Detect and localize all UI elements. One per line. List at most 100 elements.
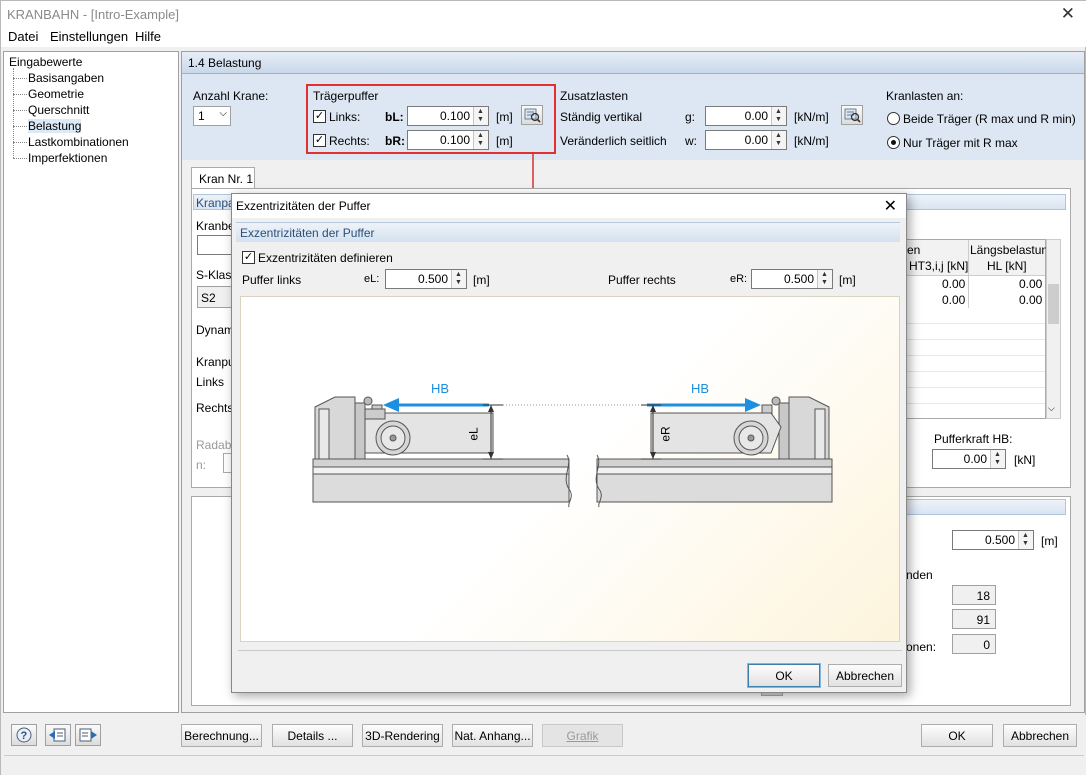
buffer-details-button[interactable] — [521, 105, 543, 125]
cranes-label: Anzahl Krane: — [193, 89, 269, 103]
spin-arrows[interactable]: ▲ ▼ — [817, 270, 832, 288]
g-input[interactable]: 0.00 ▲ ▼ — [705, 106, 787, 126]
links-bg-label: Links — [196, 375, 225, 389]
pufferkraft-unit: [kN] — [1014, 453, 1036, 467]
status-bar — [4, 755, 1084, 773]
nden-label: nden — [906, 568, 933, 582]
kranbe-input[interactable] — [197, 235, 233, 255]
spin-arrows[interactable]: ▲ ▼ — [990, 450, 1005, 468]
dialog-ok-button[interactable]: OK — [747, 663, 821, 688]
details-button[interactable]: Details ... — [272, 724, 353, 747]
el-input[interactable]: 0.500 ▲ ▼ — [385, 269, 467, 289]
tree-item-lastkombinationen[interactable]: Lastkombinationen — [28, 135, 129, 149]
spin-arrows[interactable]: ▲ ▼ — [473, 107, 488, 125]
nat-anhang-button[interactable]: Nat. Anhang... — [452, 724, 533, 747]
import-icon — [49, 728, 66, 742]
help-button[interactable]: ? — [11, 724, 37, 746]
br-input[interactable]: 0.100 ▲ ▼ — [407, 130, 489, 150]
g-symbol: g: — [685, 110, 696, 124]
rechts-checkbox[interactable]: ✓ — [313, 134, 326, 147]
low-input[interactable]: 0.500 ▲ ▼ — [952, 530, 1034, 550]
dialog-title: Exzentrizitäten der Puffer ✕ — [232, 194, 906, 218]
magnifier-icon — [844, 108, 861, 123]
both-girders-label: Beide Träger (R max und R min) — [903, 112, 1076, 126]
spin-arrows[interactable]: ▲ ▼ — [451, 270, 466, 288]
br-unit: [m] — [496, 134, 513, 148]
tab-kran-1[interactable]: Kran Nr. 1 — [191, 167, 255, 189]
import-button[interactable] — [45, 724, 71, 746]
table-cell[interactable]: 0.00 — [942, 293, 965, 307]
berechnung-button[interactable]: Berechnung... — [181, 724, 262, 747]
value-0: 0 — [952, 634, 996, 654]
w-input[interactable]: 0.00 ▲ ▼ — [705, 130, 787, 150]
sklass-select[interactable]: S2 — [197, 286, 233, 308]
kranbe-label: Kranbe — [196, 219, 235, 233]
export-button[interactable] — [75, 724, 101, 746]
table-cell[interactable]: 0.00 — [1019, 293, 1042, 307]
dialog-section-header: Exzentrizitäten der Puffer — [236, 222, 900, 242]
tree-item-belastung[interactable]: Belastung — [28, 119, 82, 133]
spin-arrows[interactable]: ▲ ▼ — [473, 131, 488, 149]
table-cell[interactable]: 0.00 — [1019, 277, 1042, 291]
dialog-close-icon[interactable]: ✕ — [884, 196, 897, 216]
er-input[interactable]: 0.500 ▲ ▼ — [751, 269, 833, 289]
chevron-down-icon: ⌵ — [1048, 403, 1055, 413]
kranpu-label: Kranpu — [196, 355, 235, 369]
menu-hilfe[interactable]: Hilfe — [135, 29, 161, 44]
cranes-select[interactable]: 1 ⌵ — [193, 106, 231, 126]
er-dimension-label: eR — [658, 426, 673, 442]
define-eccentricity-checkbox[interactable]: ✓ — [242, 251, 255, 264]
magnifier-icon — [524, 108, 541, 123]
w-unit: [kN/m] — [794, 134, 829, 148]
er-unit: [m] — [839, 273, 856, 287]
both-girders-radio[interactable] — [887, 112, 900, 125]
n-label: n: — [196, 458, 207, 472]
tree-line — [13, 68, 14, 158]
onen-label: onen: — [906, 640, 937, 654]
rechts-label: Rechts: — [329, 134, 370, 148]
tree-item-imperfektionen[interactable]: Imperfektionen — [28, 151, 107, 165]
window-close-icon[interactable]: ✕ — [1061, 4, 1075, 24]
rendering-button[interactable]: 3D-Rendering — [362, 724, 443, 747]
spin-arrows[interactable]: ▲ ▼ — [771, 131, 786, 149]
tree-root[interactable]: Eingabewerte — [9, 55, 82, 69]
col2-header: Längsbelastung — [970, 243, 1055, 257]
navigator-tree: Eingabewerte Basisangaben Geometrie Quer… — [3, 51, 179, 713]
low-unit: [m] — [1041, 534, 1058, 548]
table-scrollbar[interactable]: ⌵ — [1046, 239, 1061, 419]
crane-loads-title: Kranlasten an: — [886, 89, 964, 103]
el-unit: [m] — [473, 273, 490, 287]
buffers-title: Trägerpuffer — [313, 89, 379, 103]
grafik-button[interactable]: Grafik — [542, 724, 623, 747]
help-icon: ? — [16, 727, 32, 743]
g-unit: [kN/m] — [794, 110, 829, 124]
one-girder-radio[interactable] — [887, 136, 900, 149]
spin-arrows[interactable]: ▲ ▼ — [1018, 531, 1033, 549]
section-header: 1.4 Belastung — [182, 52, 1084, 74]
col2-subheader: HL [kN] — [987, 259, 1027, 273]
main-ok-button[interactable]: OK — [921, 724, 993, 747]
table-cell[interactable]: 0.00 — [942, 277, 965, 291]
links-label: Links: — [329, 110, 361, 124]
tree-item-querschnitt[interactable]: Querschnitt — [28, 103, 89, 117]
buffer-diagram — [312, 396, 833, 508]
spin-arrows[interactable]: ▲ ▼ — [771, 107, 786, 125]
menu-bar: Datei Einstellungen Hilfe — [1, 27, 1086, 47]
main-cancel-button[interactable]: Abbrechen — [1003, 724, 1077, 747]
bl-input[interactable]: 0.100 ▲ ▼ — [407, 106, 489, 126]
links-checkbox[interactable]: ✓ — [313, 110, 326, 123]
extra-details-button[interactable] — [841, 105, 863, 125]
menu-datei[interactable]: Datei — [8, 29, 38, 44]
dialog-cancel-button[interactable]: Abbrechen — [828, 664, 902, 687]
svg-text:?: ? — [21, 730, 28, 742]
pufferkraft-input[interactable]: 0.00 ▲ ▼ — [932, 449, 1006, 469]
dynam-label: Dynam — [196, 323, 235, 337]
el-symbol: eL: — [364, 273, 380, 285]
menu-einstellungen[interactable]: Einstellungen — [50, 29, 128, 44]
tree-item-geometrie[interactable]: Geometrie — [28, 87, 84, 101]
kranpa-label: Kranpa — [196, 196, 235, 210]
define-eccentricity-label: Exzentrizitäten definieren — [258, 251, 393, 265]
hb-left-label: HB — [431, 381, 450, 396]
tree-item-basisangaben[interactable]: Basisangaben — [28, 71, 104, 85]
bl-unit: [m] — [496, 110, 513, 124]
